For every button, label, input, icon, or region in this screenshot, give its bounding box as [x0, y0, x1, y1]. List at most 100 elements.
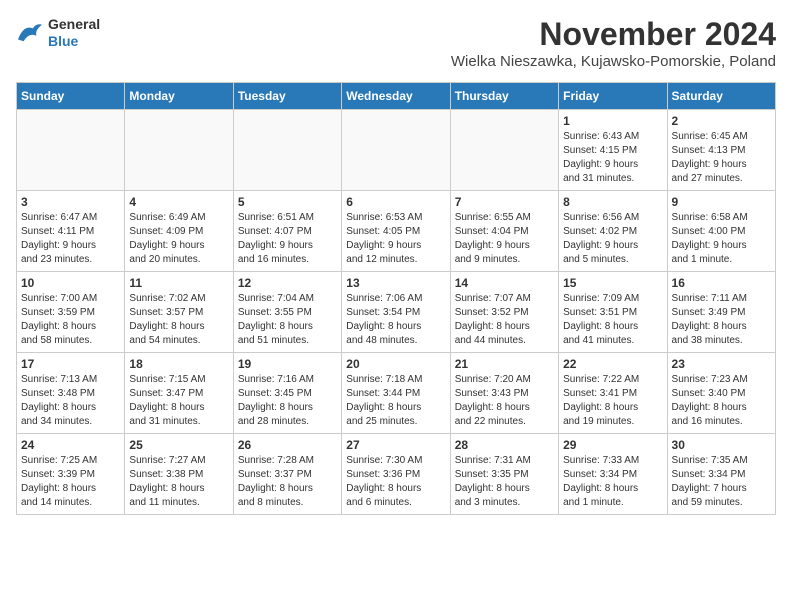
calendar-cell: 28 Sunrise: 7:31 AM Sunset: 3:35 PM Dayli… [450, 434, 558, 515]
day-info: Sunrise: 7:22 AM Sunset: 3:41 PM Dayligh… [563, 373, 662, 429]
day-number: 15 [563, 276, 662, 290]
calendar-cell: 8Sunrise: 6:56 AM Sunset: 4:02 PM Daylig… [559, 191, 667, 272]
calendar-header-row: SundayMondayTuesdayWednesdayThursdayFrid… [17, 83, 776, 110]
day-number: 18 [129, 357, 228, 371]
day-number: 5 [238, 195, 337, 209]
day-number: 10 [21, 276, 120, 290]
calendar-cell: 20Sunrise: 7:18 AM Sunset: 3:44 PM Dayli… [342, 353, 450, 434]
day-number: 23 [672, 357, 771, 371]
title-block: November 2024 Wielka Nieszawka, Kujawsko… [451, 16, 776, 78]
day-info: Sunrise: 7:33 AM Sunset: 3:34 PM Dayligh… [563, 454, 662, 510]
calendar-cell: 27 Sunrise: 7:30 AM Sunset: 3:36 PM Dayli… [342, 434, 450, 515]
day-info: Sunrise: 6:51 AM Sunset: 4:07 PM Dayligh… [238, 211, 337, 267]
calendar-cell: 16Sunrise: 7:11 AM Sunset: 3:49 PM Dayli… [667, 272, 775, 353]
day-info: Sunrise: 7:06 AM Sunset: 3:54 PM Dayligh… [346, 292, 445, 348]
calendar-week-row: 24 Sunrise: 7:25 AM Sunset: 3:39 PM Dayli… [17, 434, 776, 515]
calendar-cell: 1 Sunrise: 6:43 AM Sunset: 4:15 PM Daylig… [559, 110, 667, 191]
weekday-header: Wednesday [342, 83, 450, 110]
logo: General Blue [16, 16, 100, 50]
day-number: 14 [455, 276, 554, 290]
day-info: Sunrise: 7:31 AM Sunset: 3:35 PM Dayligh… [455, 454, 554, 510]
calendar-cell [342, 110, 450, 191]
calendar-cell: 9 Sunrise: 6:58 AM Sunset: 4:00 PM Daylig… [667, 191, 775, 272]
day-number: 25 [129, 438, 228, 452]
calendar-cell: 22Sunrise: 7:22 AM Sunset: 3:41 PM Dayli… [559, 353, 667, 434]
calendar-cell: 14Sunrise: 7:07 AM Sunset: 3:52 PM Dayli… [450, 272, 558, 353]
day-number: 13 [346, 276, 445, 290]
day-number: 7 [455, 195, 554, 209]
day-info: Sunrise: 7:30 AM Sunset: 3:36 PM Dayligh… [346, 454, 445, 510]
day-number: 2 [672, 114, 771, 128]
page-header: General Blue November 2024 Wielka Niesza… [16, 16, 776, 78]
weekday-header: Saturday [667, 83, 775, 110]
calendar-cell: 26 Sunrise: 7:28 AM Sunset: 3:37 PM Dayli… [233, 434, 341, 515]
day-info: Sunrise: 7:09 AM Sunset: 3:51 PM Dayligh… [563, 292, 662, 348]
day-info: Sunrise: 7:27 AM Sunset: 3:38 PM Dayligh… [129, 454, 228, 510]
day-number: 1 [563, 114, 662, 128]
day-info: Sunrise: 6:49 AM Sunset: 4:09 PM Dayligh… [129, 211, 228, 267]
day-number: 21 [455, 357, 554, 371]
calendar-cell: 3Sunrise: 6:47 AM Sunset: 4:11 PM Daylig… [17, 191, 125, 272]
calendar-cell [450, 110, 558, 191]
calendar-cell [17, 110, 125, 191]
day-info: Sunrise: 7:23 AM Sunset: 3:40 PM Dayligh… [672, 373, 771, 429]
day-number: 30 [672, 438, 771, 452]
day-info: Sunrise: 7:25 AM Sunset: 3:39 PM Dayligh… [21, 454, 120, 510]
day-number: 26 [238, 438, 337, 452]
calendar-body: 1 Sunrise: 6:43 AM Sunset: 4:15 PM Daylig… [17, 110, 776, 515]
day-info: Sunrise: 6:58 AM Sunset: 4:00 PM Dayligh… [672, 211, 771, 267]
day-number: 17 [21, 357, 120, 371]
day-info: Sunrise: 7:04 AM Sunset: 3:55 PM Dayligh… [238, 292, 337, 348]
weekday-header: Tuesday [233, 83, 341, 110]
day-number: 29 [563, 438, 662, 452]
day-info: Sunrise: 7:28 AM Sunset: 3:37 PM Dayligh… [238, 454, 337, 510]
day-info: Sunrise: 6:55 AM Sunset: 4:04 PM Dayligh… [455, 211, 554, 267]
calendar-cell: 15 Sunrise: 7:09 AM Sunset: 3:51 PM Dayli… [559, 272, 667, 353]
calendar-cell [125, 110, 233, 191]
calendar-cell [233, 110, 341, 191]
calendar-week-row: 1 Sunrise: 6:43 AM Sunset: 4:15 PM Daylig… [17, 110, 776, 191]
calendar-cell: 7 Sunrise: 6:55 AM Sunset: 4:04 PM Daylig… [450, 191, 558, 272]
calendar-cell: 6 Sunrise: 6:53 AM Sunset: 4:05 PM Daylig… [342, 191, 450, 272]
calendar-week-row: 10 Sunrise: 7:00 AM Sunset: 3:59 PM Dayli… [17, 272, 776, 353]
day-info: Sunrise: 7:15 AM Sunset: 3:47 PM Dayligh… [129, 373, 228, 429]
day-number: 4 [129, 195, 228, 209]
day-number: 11 [129, 276, 228, 290]
calendar-table: SundayMondayTuesdayWednesdayThursdayFrid… [16, 82, 776, 515]
day-number: 9 [672, 195, 771, 209]
calendar-cell: 5 Sunrise: 6:51 AM Sunset: 4:07 PM Daylig… [233, 191, 341, 272]
day-info: Sunrise: 6:56 AM Sunset: 4:02 PM Dayligh… [563, 211, 662, 267]
location-title: Wielka Nieszawka, Kujawsko-Pomorskie, Po… [451, 53, 776, 70]
calendar-cell: 23 Sunrise: 7:23 AM Sunset: 3:40 PM Dayli… [667, 353, 775, 434]
calendar-cell: 30Sunrise: 7:35 AM Sunset: 3:34 PM Dayli… [667, 434, 775, 515]
calendar-cell: 18 Sunrise: 7:15 AM Sunset: 3:47 PM Dayli… [125, 353, 233, 434]
calendar-week-row: 3Sunrise: 6:47 AM Sunset: 4:11 PM Daylig… [17, 191, 776, 272]
weekday-header: Monday [125, 83, 233, 110]
calendar-cell: 25 Sunrise: 7:27 AM Sunset: 3:38 PM Dayli… [125, 434, 233, 515]
day-number: 12 [238, 276, 337, 290]
calendar-cell: 10 Sunrise: 7:00 AM Sunset: 3:59 PM Dayli… [17, 272, 125, 353]
day-number: 6 [346, 195, 445, 209]
day-info: Sunrise: 7:16 AM Sunset: 3:45 PM Dayligh… [238, 373, 337, 429]
day-number: 16 [672, 276, 771, 290]
weekday-header: Friday [559, 83, 667, 110]
day-info: Sunrise: 6:53 AM Sunset: 4:05 PM Dayligh… [346, 211, 445, 267]
day-info: Sunrise: 7:13 AM Sunset: 3:48 PM Dayligh… [21, 373, 120, 429]
calendar-cell: 13 Sunrise: 7:06 AM Sunset: 3:54 PM Dayli… [342, 272, 450, 353]
month-title: November 2024 [451, 16, 776, 53]
calendar-cell: 11Sunrise: 7:02 AM Sunset: 3:57 PM Dayli… [125, 272, 233, 353]
logo-icon [16, 21, 44, 45]
day-number: 19 [238, 357, 337, 371]
calendar-cell: 21Sunrise: 7:20 AM Sunset: 3:43 PM Dayli… [450, 353, 558, 434]
calendar-cell: 19 Sunrise: 7:16 AM Sunset: 3:45 PM Dayli… [233, 353, 341, 434]
day-info: Sunrise: 6:43 AM Sunset: 4:15 PM Dayligh… [563, 130, 662, 186]
day-number: 28 [455, 438, 554, 452]
day-number: 3 [21, 195, 120, 209]
day-number: 20 [346, 357, 445, 371]
day-number: 24 [21, 438, 120, 452]
day-number: 27 [346, 438, 445, 452]
calendar-cell: 2Sunrise: 6:45 AM Sunset: 4:13 PM Daylig… [667, 110, 775, 191]
calendar-cell: 17 Sunrise: 7:13 AM Sunset: 3:48 PM Dayli… [17, 353, 125, 434]
calendar-cell: 12 Sunrise: 7:04 AM Sunset: 3:55 PM Dayli… [233, 272, 341, 353]
day-info: Sunrise: 7:00 AM Sunset: 3:59 PM Dayligh… [21, 292, 120, 348]
